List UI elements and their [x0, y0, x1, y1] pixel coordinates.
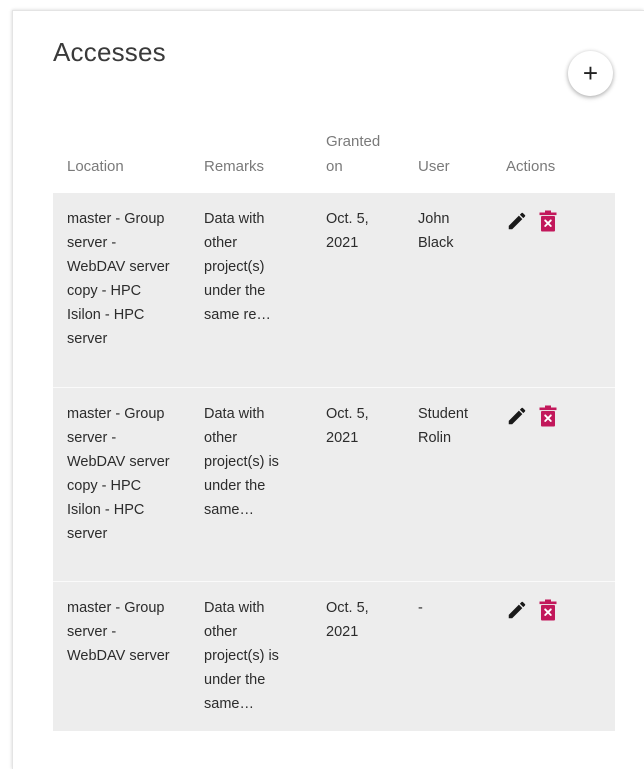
plus-icon: + [582, 57, 599, 88]
header-user: User [418, 158, 450, 175]
pencil-icon [508, 212, 526, 230]
accesses-card: Accesses + Location Remarks Granted on U… [12, 10, 644, 769]
cell-remarks: Data with other project(s) is under the … [190, 580, 312, 731]
accesses-table: Location Remarks Granted on User Actions… [53, 129, 615, 731]
cell-location: master - Group server - WebDAV server co… [67, 211, 170, 347]
pencil-icon [508, 601, 526, 618]
table-row: master - Group server - WebDAV server co… [53, 193, 615, 387]
cell-granted-on: Oct. 5, 2021 [312, 386, 404, 581]
cell-remarks: Data with other project(s) under the sam… [204, 211, 271, 323]
delete-button[interactable] [538, 599, 558, 621]
cell-granted-on: Oct. 5, 2021 [312, 580, 404, 731]
cell-location: master - Group server - WebDAV server co… [53, 386, 190, 581]
cell-granted-on: Oct. 5, 2021 [326, 211, 369, 251]
edit-button[interactable] [506, 599, 528, 621]
row-actions [506, 402, 601, 427]
cell-location: master - Group server - WebDAV server [53, 580, 190, 731]
table-row: master - Group server - WebDAV server Da… [53, 580, 615, 731]
cell-user: John Black [418, 211, 454, 251]
edit-button[interactable] [506, 210, 528, 232]
cell-user: - [404, 580, 492, 731]
cell-actions [492, 193, 615, 387]
edit-button[interactable] [506, 405, 528, 427]
header-actions: Actions [506, 158, 556, 175]
header-remarks: Remarks [204, 158, 265, 175]
add-access-button[interactable]: + [568, 51, 613, 96]
table-header-row: Location Remarks Granted on User Actions [53, 129, 615, 193]
pencil-icon [508, 407, 526, 424]
cell-user: Student Rolin [404, 386, 492, 581]
cell-actions [492, 580, 615, 731]
header-granted-on: Granted on [326, 133, 381, 175]
header-location: Location [67, 158, 124, 175]
cell-actions [492, 386, 615, 581]
row-actions [506, 596, 601, 621]
cell-remarks: Data with other project(s) is under the … [190, 386, 312, 581]
trash-x-icon [539, 599, 557, 620]
delete-button[interactable] [538, 405, 558, 427]
delete-button[interactable] [538, 210, 558, 232]
row-actions [506, 207, 601, 232]
table-row: master - Group server - WebDAV server co… [53, 386, 615, 581]
card-title: Accesses [53, 37, 166, 67]
trash-x-icon [539, 210, 557, 232]
trash-x-icon [539, 405, 557, 426]
